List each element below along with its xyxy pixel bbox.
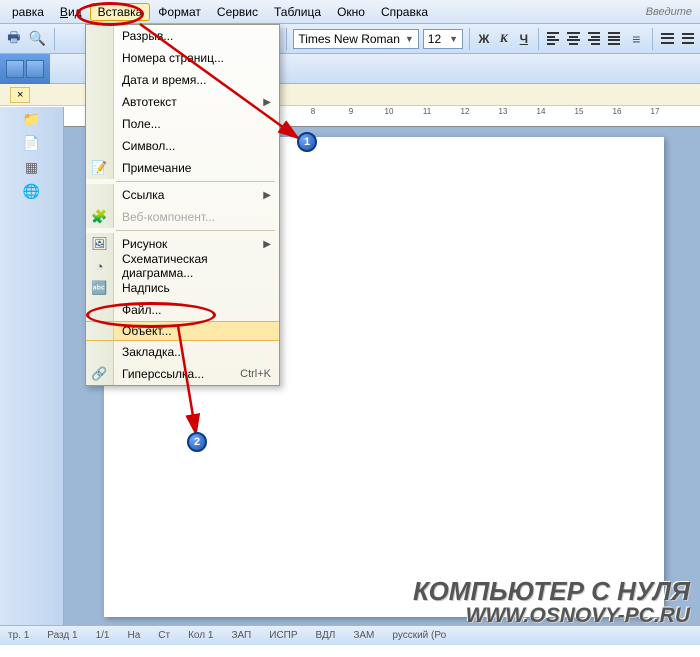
menu-window[interactable]: Окно: [329, 3, 373, 21]
separator: [652, 28, 653, 50]
menu-item-symbol[interactable]: Символ...: [86, 135, 279, 157]
menu-separator: [116, 230, 275, 231]
submenu-arrow-icon: ▶: [263, 97, 271, 108]
align-center-button[interactable]: [565, 31, 581, 47]
menu-item-comment[interactable]: 📝Примечание: [86, 157, 279, 179]
separator: [54, 28, 55, 50]
menu-view[interactable]: Вид: [52, 3, 90, 21]
menu-item-web-component: 🧩Веб-компонент...: [86, 206, 279, 228]
align-right-button[interactable]: [586, 31, 602, 47]
view-mode-button[interactable]: [6, 60, 24, 78]
help-search[interactable]: Введите: [646, 6, 696, 18]
status-bar: тр. 1 Разд 1 1/1 На Ст Кол 1 ЗАП ИСПР ВД…: [0, 625, 700, 645]
status-ext: ВДЛ: [316, 630, 336, 641]
status-page: тр. 1: [8, 630, 29, 641]
menu-item-field[interactable]: Поле...: [86, 113, 279, 135]
comment-icon: 📝: [86, 157, 114, 179]
annotation-badge-2: 2: [187, 432, 207, 452]
menubar: равка Вид Вставка Формат Сервис Таблица …: [0, 0, 700, 24]
menu-format[interactable]: Формат: [150, 3, 209, 21]
component-icon: 🧩: [86, 206, 114, 228]
watermark-line1: КОМПЬЮТЕР С НУЛЯ: [413, 578, 690, 605]
underline-button[interactable]: Ч: [516, 32, 532, 46]
print-icon[interactable]: 🖶: [4, 28, 24, 50]
align-justify-button[interactable]: [606, 31, 622, 47]
align-left-button[interactable]: [545, 31, 561, 47]
picture-icon: 🖼: [86, 233, 114, 255]
menu-item-hyperlink[interactable]: 🔗Гиперссылка...Ctrl+K: [86, 363, 279, 385]
menu-item-autotext[interactable]: Автотекст▶: [86, 91, 279, 113]
grid-icon[interactable]: ▦: [0, 155, 63, 179]
status-section: Разд 1: [47, 630, 77, 641]
doc-icon[interactable]: 📄: [0, 131, 63, 155]
tab-close-button[interactable]: ×: [10, 87, 30, 103]
status-lang: русский (Ро: [392, 630, 446, 641]
menu-separator: [116, 181, 275, 182]
line-spacing-button[interactable]: ≡: [626, 28, 646, 50]
menu-item-page-numbers[interactable]: Номера страниц...: [86, 47, 279, 69]
menu-edit[interactable]: равка: [4, 3, 52, 21]
side-toolbar: 📁 📄 ▦ 🌐: [0, 107, 64, 625]
chevron-down-icon: ▼: [449, 34, 458, 44]
hyperlink-icon: 🔗: [86, 363, 114, 385]
font-family-select[interactable]: Times New Roman▼: [293, 29, 418, 49]
italic-button[interactable]: К: [496, 31, 512, 46]
bold-button[interactable]: Ж: [476, 32, 492, 46]
bullet-list-button[interactable]: [680, 31, 696, 47]
folder-icon[interactable]: 📁: [0, 107, 63, 131]
menu-help[interactable]: Справка: [373, 3, 436, 21]
separator: [538, 28, 539, 50]
numbered-list-button[interactable]: [659, 31, 675, 47]
diagram-icon: ◔: [86, 255, 114, 277]
submenu-arrow-icon: ▶: [263, 239, 271, 250]
menu-item-textbox[interactable]: 🔤Надпись: [86, 277, 279, 299]
menu-item-bookmark[interactable]: Закладка...: [86, 341, 279, 363]
status-pagecount: 1/1: [96, 630, 110, 641]
menu-item-file[interactable]: Файл...: [86, 299, 279, 321]
globe-icon[interactable]: 🌐: [0, 179, 63, 203]
menu-item-object[interactable]: Объект...: [86, 321, 279, 341]
status-trk: ИСПР: [269, 630, 297, 641]
menu-tools[interactable]: Сервис: [209, 3, 266, 21]
submenu-arrow-icon: ▶: [263, 190, 271, 201]
preview-icon[interactable]: 🔍: [28, 28, 48, 50]
separator: [469, 28, 470, 50]
status-rec: ЗАП: [231, 630, 251, 641]
watermark: КОМПЬЮТЕР С НУЛЯ WWW.OSNOVY-PC.RU: [413, 578, 690, 627]
separator: [286, 28, 287, 50]
menu-insert[interactable]: Вставка: [90, 3, 151, 21]
watermark-line2: WWW.OSNOVY-PC.RU: [413, 605, 690, 627]
view-mode-button[interactable]: [26, 60, 44, 78]
menu-item-diagram[interactable]: ◔Схематическая диаграмма...: [86, 255, 279, 277]
status-ovr: ЗАМ: [353, 630, 374, 641]
status-line: Ст: [158, 630, 170, 641]
menu-item-reference[interactable]: Ссылка▶: [86, 184, 279, 206]
status-at: На: [128, 630, 141, 641]
textbox-icon: 🔤: [86, 277, 114, 299]
status-col: Кол 1: [188, 630, 213, 641]
menu-table[interactable]: Таблица: [266, 3, 329, 21]
menu-item-break[interactable]: Разрыв...: [86, 25, 279, 47]
chevron-down-icon: ▼: [405, 34, 414, 44]
insert-menu-dropdown: Разрыв... Номера страниц... Дата и время…: [85, 24, 280, 386]
annotation-badge-1: 1: [297, 132, 317, 152]
view-buttons[interactable]: [0, 54, 50, 84]
menu-item-date-time[interactable]: Дата и время...: [86, 69, 279, 91]
font-size-select[interactable]: 12▼: [423, 29, 463, 49]
